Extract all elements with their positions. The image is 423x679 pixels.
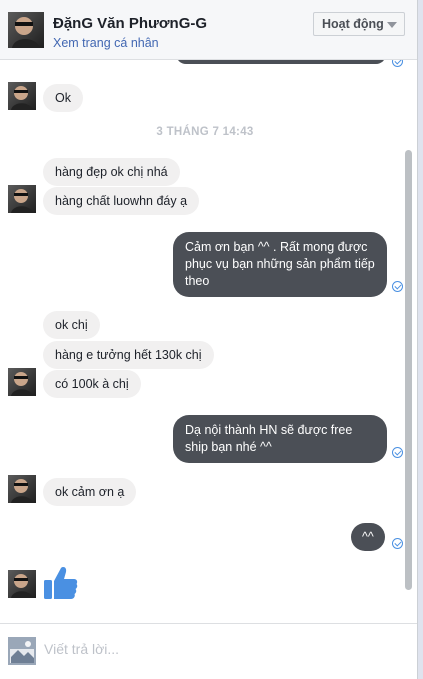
contact-name[interactable]: ĐặnG Văn PhươnG-G bbox=[53, 15, 207, 32]
contact-avatar-small bbox=[8, 368, 36, 396]
contact-avatar-small bbox=[8, 570, 36, 598]
seen-check-icon bbox=[392, 60, 403, 67]
seen-check-icon bbox=[392, 447, 403, 458]
contact-avatar[interactable] bbox=[8, 12, 44, 48]
message-outgoing: Dạ nội thành HN sẽ được free ship bạn nh… bbox=[173, 415, 387, 463]
chat-header: ĐặnG Văn PhươnG-G Xem trang cá nhân Hoạt… bbox=[0, 0, 423, 60]
chevron-down-icon bbox=[387, 22, 397, 28]
my-avatar bbox=[8, 637, 36, 665]
message-incoming: hàng e tưởng hết 130k chị bbox=[43, 341, 214, 369]
thumbs-up-icon bbox=[44, 567, 78, 599]
seen-check-icon bbox=[392, 281, 403, 292]
contact-avatar-small bbox=[8, 185, 36, 213]
message-bubble-partial bbox=[176, 60, 386, 64]
reply-bar bbox=[0, 623, 417, 679]
message-incoming: hàng chất luowhn đáy ạ bbox=[43, 187, 200, 215]
scrollbar-thumb[interactable] bbox=[405, 150, 412, 590]
message-list[interactable]: Ok 3 THÁNG 7 14:43 hàng đẹp ok chị nhá h… bbox=[0, 60, 423, 623]
contact-avatar-small bbox=[8, 475, 36, 503]
message-incoming: ok cảm ơn ạ bbox=[43, 478, 137, 506]
window-edge bbox=[417, 0, 423, 679]
time-separator: 3 THÁNG 7 14:43 bbox=[156, 126, 254, 138]
message-outgoing: ^^ bbox=[351, 523, 385, 551]
seen-check-icon bbox=[392, 538, 403, 549]
view-profile-link[interactable]: Xem trang cá nhân bbox=[53, 36, 159, 50]
message-incoming: có 100k à chị bbox=[43, 370, 141, 398]
status-label: Hoạt động bbox=[322, 17, 384, 31]
contact-avatar-small bbox=[8, 82, 36, 110]
message-incoming: Ok bbox=[43, 84, 83, 112]
message-incoming: hàng đẹp ok chị nhá bbox=[43, 158, 180, 186]
status-dropdown[interactable]: Hoạt động bbox=[313, 12, 405, 36]
message-incoming: ok chị bbox=[43, 311, 100, 339]
message-outgoing: Cảm ơn bạn ^^ . Rất mong được phục vụ bạ… bbox=[173, 232, 387, 297]
reply-input[interactable] bbox=[44, 641, 404, 657]
